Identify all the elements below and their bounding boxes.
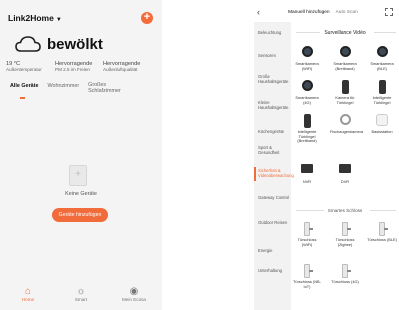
device-fisheye-camera[interactable]: Fischaugenkamera [330, 114, 363, 135]
tab-master-bedroom[interactable]: Großes Schlafzimmer [88, 82, 124, 94]
category-item[interactable]: Energie [258, 248, 291, 253]
tab-auto-scan[interactable]: Auto Scan [336, 10, 358, 15]
screenshot-stage: Link2Home ▼ + bewölkt 19 °C Außentemperat… [0, 0, 399, 310]
lock-icon [342, 264, 351, 278]
device-base-station[interactable]: Basisstation [367, 114, 397, 135]
sun-icon: ☼ [76, 286, 86, 297]
home-screen: Link2Home ▼ + bewölkt 19 °C Außentemperat… [0, 0, 162, 310]
device-door-lock-zigbee[interactable]: Türschloss (Zigbee) [330, 222, 360, 247]
dvr-icon [339, 164, 351, 173]
scan-icon[interactable] [385, 8, 393, 16]
add-device-button[interactable]: + [141, 12, 153, 24]
add-mode-tabs: Manuell hinzufügen Auto Scan [288, 10, 358, 15]
stat-air-quality: Hervorragende Außenluftqualität [103, 61, 141, 73]
device-nvr[interactable]: NVR [292, 162, 322, 185]
lock-icon [304, 222, 313, 236]
device-smart-doorbell[interactable]: Intelligente Türklingel [367, 80, 397, 105]
tab-all-devices[interactable]: Alle Geräte [10, 83, 38, 94]
lock-icon [342, 222, 351, 236]
device-door-lock-ble[interactable]: Türschloss (BLE) [367, 222, 397, 243]
section-video-title: Surveillance Vidéo [324, 30, 366, 36]
weather-panel: bewölkt [15, 34, 103, 54]
active-category-indicator [254, 167, 256, 181]
device-smart-doorbell-broadband[interactable]: Intelligente Türklingel (Breitband) [292, 114, 322, 144]
device-dvr[interactable]: DVR [330, 162, 360, 185]
camera-icon [376, 46, 388, 57]
profile-icon: ◉ [129, 286, 139, 297]
cloud-icon [15, 36, 41, 52]
back-icon[interactable]: ‹ [257, 7, 260, 17]
home-selector[interactable]: Link2Home ▼ [8, 13, 62, 23]
device-door-lock-wifi[interactable]: Türschloss (WiFi) [292, 222, 322, 247]
device-door-lock-nbiot[interactable]: Türschloss (NB-IoT) [292, 264, 322, 289]
category-item[interactable]: Kleine Haushaltsgeräte [258, 100, 291, 110]
tab-living-room[interactable]: Wohnzimmer [47, 83, 79, 94]
nav-smart[interactable]: ☼ Smart [59, 286, 103, 310]
room-tabs: Alle Geräte Wohnzimmer Großes Schlafzimm… [10, 82, 124, 94]
doorbell-icon [378, 80, 386, 94]
chevron-down-icon: ▼ [55, 17, 62, 23]
category-item[interactable]: Sensoren [258, 53, 291, 58]
nav-home[interactable]: ⌂ Home [6, 286, 50, 310]
doorbell-icon [341, 80, 349, 94]
weather-text: bewölkt [47, 35, 103, 53]
category-item[interactable]: Küchengeräte [258, 129, 291, 134]
lock-icon [304, 264, 313, 278]
lock-icon [379, 222, 388, 236]
add-devices-button[interactable]: Geräte hinzufügen [52, 208, 108, 222]
empty-text: Keine Geräte [65, 191, 97, 197]
home-name: Link2Home [8, 13, 54, 23]
camera-icon [339, 46, 351, 57]
home-icon: ⌂ [24, 286, 32, 297]
empty-device-icon [69, 165, 87, 186]
bottom-nav: ⌂ Home ☼ Smart ◉ Mein Ecosa [0, 286, 162, 310]
nav-profile[interactable]: ◉ Mein Ecosa [112, 286, 156, 310]
stat-temperature: 19 °C Außentemperatur [6, 61, 42, 73]
add-device-screen: ‹ Manuell hinzufügen Auto Scan Beleuchtu… [254, 0, 399, 310]
doorbell-icon [303, 114, 311, 128]
category-item[interactable]: Beleuchtung [258, 30, 291, 35]
nvr-icon [301, 164, 313, 173]
camera-icon [301, 80, 313, 91]
fisheye-icon [339, 114, 351, 125]
category-item[interactable]: Große Haushaltsgeräte [258, 74, 291, 84]
category-item[interactable]: Gateway Control [258, 195, 291, 200]
device-smart-camera-ble[interactable]: Smartkamera (BLE) [367, 46, 397, 71]
device-door-lock-4g[interactable]: Türschloss (4G) [330, 264, 360, 285]
device-smart-camera-broadband[interactable]: Smartkamera (Breitband) [330, 46, 360, 71]
section-divider [370, 210, 396, 211]
stat-pm25: Hervorragende PM 2.5 im Freien [55, 61, 93, 73]
device-smart-camera-4g[interactable]: Smartkamera (4G) [292, 80, 322, 105]
tab-manual-add[interactable]: Manuell hinzufügen [288, 10, 330, 15]
device-smart-camera-wifi[interactable]: Smartkamera (WiFi) [292, 46, 322, 71]
category-item[interactable]: Outdoor Reisen [258, 220, 291, 225]
base-station-icon [376, 114, 388, 126]
device-doorbell-camera[interactable]: Kamera für Türklingel [330, 80, 360, 105]
section-divider [374, 32, 396, 33]
camera-icon [301, 46, 313, 57]
category-item[interactable]: Unterhaltung [258, 268, 291, 273]
category-sidebar: Beleuchtung Sensoren Große Haushaltsgerä… [254, 22, 294, 310]
category-item-active[interactable]: Sicherheit & Videoüberwachung [258, 168, 294, 178]
active-tab-indicator [20, 97, 25, 99]
category-item[interactable]: Sport & Gesundheit [258, 145, 291, 155]
